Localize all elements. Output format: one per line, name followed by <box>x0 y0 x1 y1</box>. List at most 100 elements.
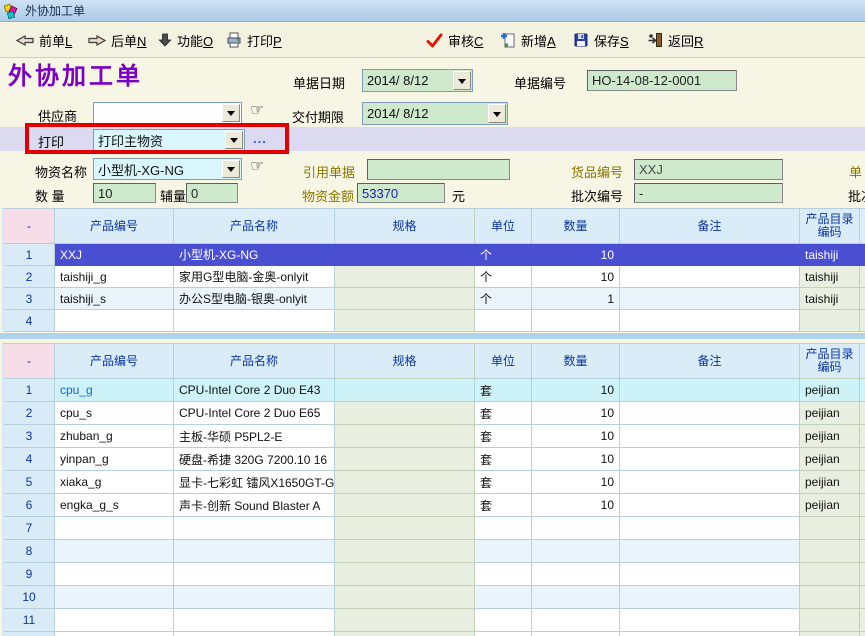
table-cell[interactable]: 套 <box>475 402 532 425</box>
table-cell[interactable] <box>800 310 860 332</box>
table-row[interactable]: 2taishiji_g家用G型电脑-金奥-onlyit个10taishiji <box>4 266 865 288</box>
table-cell[interactable] <box>335 310 475 332</box>
prev-doc-button[interactable]: 前单L <box>16 22 72 58</box>
table-row[interactable]: 1cpu_gCPU-Intel Core 2 Duo E43套10peijian <box>4 379 865 402</box>
table-col-header[interactable]: 备注 <box>620 209 800 244</box>
table-cell[interactable] <box>532 609 620 632</box>
table-cell[interactable] <box>620 540 800 563</box>
table-cell[interactable] <box>55 632 174 636</box>
table-row[interactable]: 3zhuban_g主板-华硕 P5PL2-E套10peijian <box>4 425 865 448</box>
table-cell[interactable] <box>532 586 620 609</box>
table-cell[interactable] <box>860 471 865 494</box>
table-cell[interactable]: zhuban_g <box>55 425 174 448</box>
table-row[interactable]: 10 <box>4 586 865 609</box>
table-cell[interactable]: cpu_g <box>55 379 174 402</box>
table-row[interactable]: 11 <box>4 609 865 632</box>
table-cell[interactable] <box>475 310 532 332</box>
table-cell[interactable]: peijian <box>800 471 860 494</box>
table-cell[interactable]: 办公S型电脑-银奥-onlyit <box>174 288 335 310</box>
row-number-cell[interactable]: 4 <box>4 310 55 332</box>
table-cell[interactable]: taishiji <box>800 244 860 266</box>
chevron-down-icon[interactable] <box>488 104 506 123</box>
aux-qty-field[interactable]: 0 <box>186 183 238 203</box>
table-cell[interactable]: peijian <box>800 494 860 517</box>
table-cell[interactable] <box>532 632 620 636</box>
table-cell[interactable] <box>174 563 335 586</box>
table-cell[interactable] <box>800 632 860 636</box>
table-cell[interactable] <box>800 540 860 563</box>
doc-date-combobox[interactable]: 2014/ 8/12 <box>362 69 473 92</box>
table-cell[interactable]: 10 <box>532 494 620 517</box>
batch-no-field[interactable]: - <box>634 183 783 203</box>
table-cell[interactable] <box>800 517 860 540</box>
table-cell[interactable] <box>532 517 620 540</box>
table-cell[interactable] <box>860 310 865 332</box>
table-cell[interactable]: 10 <box>532 402 620 425</box>
table-cell[interactable] <box>335 632 475 636</box>
table-cell[interactable]: taishiji <box>800 266 860 288</box>
table-cell[interactable] <box>475 517 532 540</box>
table-cell[interactable] <box>335 402 475 425</box>
table-cell[interactable]: 套 <box>475 494 532 517</box>
row-number-cell[interactable]: 1 <box>4 244 55 266</box>
chevron-down-icon[interactable] <box>222 104 240 122</box>
table-corner-header[interactable]: - <box>4 209 55 244</box>
goods-no-field[interactable]: XXJ <box>634 159 783 180</box>
table-col-header[interactable]: 产品编号 <box>55 344 174 379</box>
table-cell[interactable] <box>620 310 800 332</box>
table-cell[interactable]: taishiji_g <box>55 266 174 288</box>
table-cell[interactable]: 套 <box>475 448 532 471</box>
delivery-date-combobox[interactable]: 2014/ 8/12 <box>362 102 508 125</box>
table-cell[interactable]: taishiji_s <box>55 288 174 310</box>
table-corner-header[interactable]: - <box>4 344 55 379</box>
table-col-header[interactable]: 产品名称 <box>174 344 335 379</box>
table-col-header[interactable]: 数量 <box>532 209 620 244</box>
table-cell[interactable]: 小型机-XG-NG <box>174 244 335 266</box>
table-col-header[interactable]: 产品目录编码 <box>800 344 860 379</box>
table-cell[interactable]: taishiji <box>800 288 860 310</box>
table-col-header[interactable]: 单位 <box>475 344 532 379</box>
table-cell[interactable] <box>860 586 865 609</box>
table-cell[interactable] <box>800 609 860 632</box>
table-cell[interactable] <box>335 266 475 288</box>
print-more-button[interactable]: ... <box>253 131 267 146</box>
table-cell[interactable] <box>860 244 865 266</box>
row-number-cell[interactable]: 10 <box>4 586 55 609</box>
table-cell[interactable] <box>620 244 800 266</box>
table-row[interactable]: 8 <box>4 540 865 563</box>
table-cell[interactable] <box>335 448 475 471</box>
table-cell[interactable] <box>55 310 174 332</box>
table-cell[interactable] <box>55 540 174 563</box>
table-cell[interactable]: yinpan_g <box>55 448 174 471</box>
table-cell[interactable] <box>800 586 860 609</box>
table-cell[interactable] <box>620 425 800 448</box>
print-mode-combobox[interactable]: 打印主物资 <box>93 129 245 151</box>
table-row[interactable]: 2cpu_sCPU-Intel Core 2 Duo E65套10peijian <box>4 402 865 425</box>
table-cell[interactable] <box>620 266 800 288</box>
table-col-header[interactable] <box>860 209 865 244</box>
table-cell[interactable]: peijian <box>800 425 860 448</box>
table-cell[interactable]: 家用G型电脑-金奥-onlyit <box>174 266 335 288</box>
table-cell[interactable]: 硬盘-希捷 320G 7200.10 16 <box>174 448 335 471</box>
table-cell[interactable]: 10 <box>532 379 620 402</box>
table-cell[interactable] <box>860 402 865 425</box>
table-cell[interactable] <box>620 609 800 632</box>
table-cell[interactable]: 显卡-七彩虹 镭风X1650GT-G <box>174 471 335 494</box>
table-cell[interactable]: peijian <box>800 379 860 402</box>
table-cell[interactable] <box>860 494 865 517</box>
table-cell[interactable]: cpu_s <box>55 402 174 425</box>
table-cell[interactable] <box>860 632 865 636</box>
table-cell[interactable] <box>532 563 620 586</box>
table-cell[interactable] <box>335 244 475 266</box>
table-row[interactable] <box>4 632 865 636</box>
table-col-header[interactable]: 规格 <box>335 209 475 244</box>
table-row[interactable]: 6engka_g_s声卡-创新 Sound Blaster A套10peijia… <box>4 494 865 517</box>
functions-button[interactable]: 功能O <box>158 22 213 58</box>
table-cell[interactable]: 个 <box>475 244 532 266</box>
table-cell[interactable] <box>55 517 174 540</box>
table-cell[interactable] <box>860 288 865 310</box>
table-cell[interactable] <box>335 288 475 310</box>
table-cell[interactable] <box>174 609 335 632</box>
amount-field[interactable]: 53370 <box>357 183 445 203</box>
table-cell[interactable] <box>475 563 532 586</box>
